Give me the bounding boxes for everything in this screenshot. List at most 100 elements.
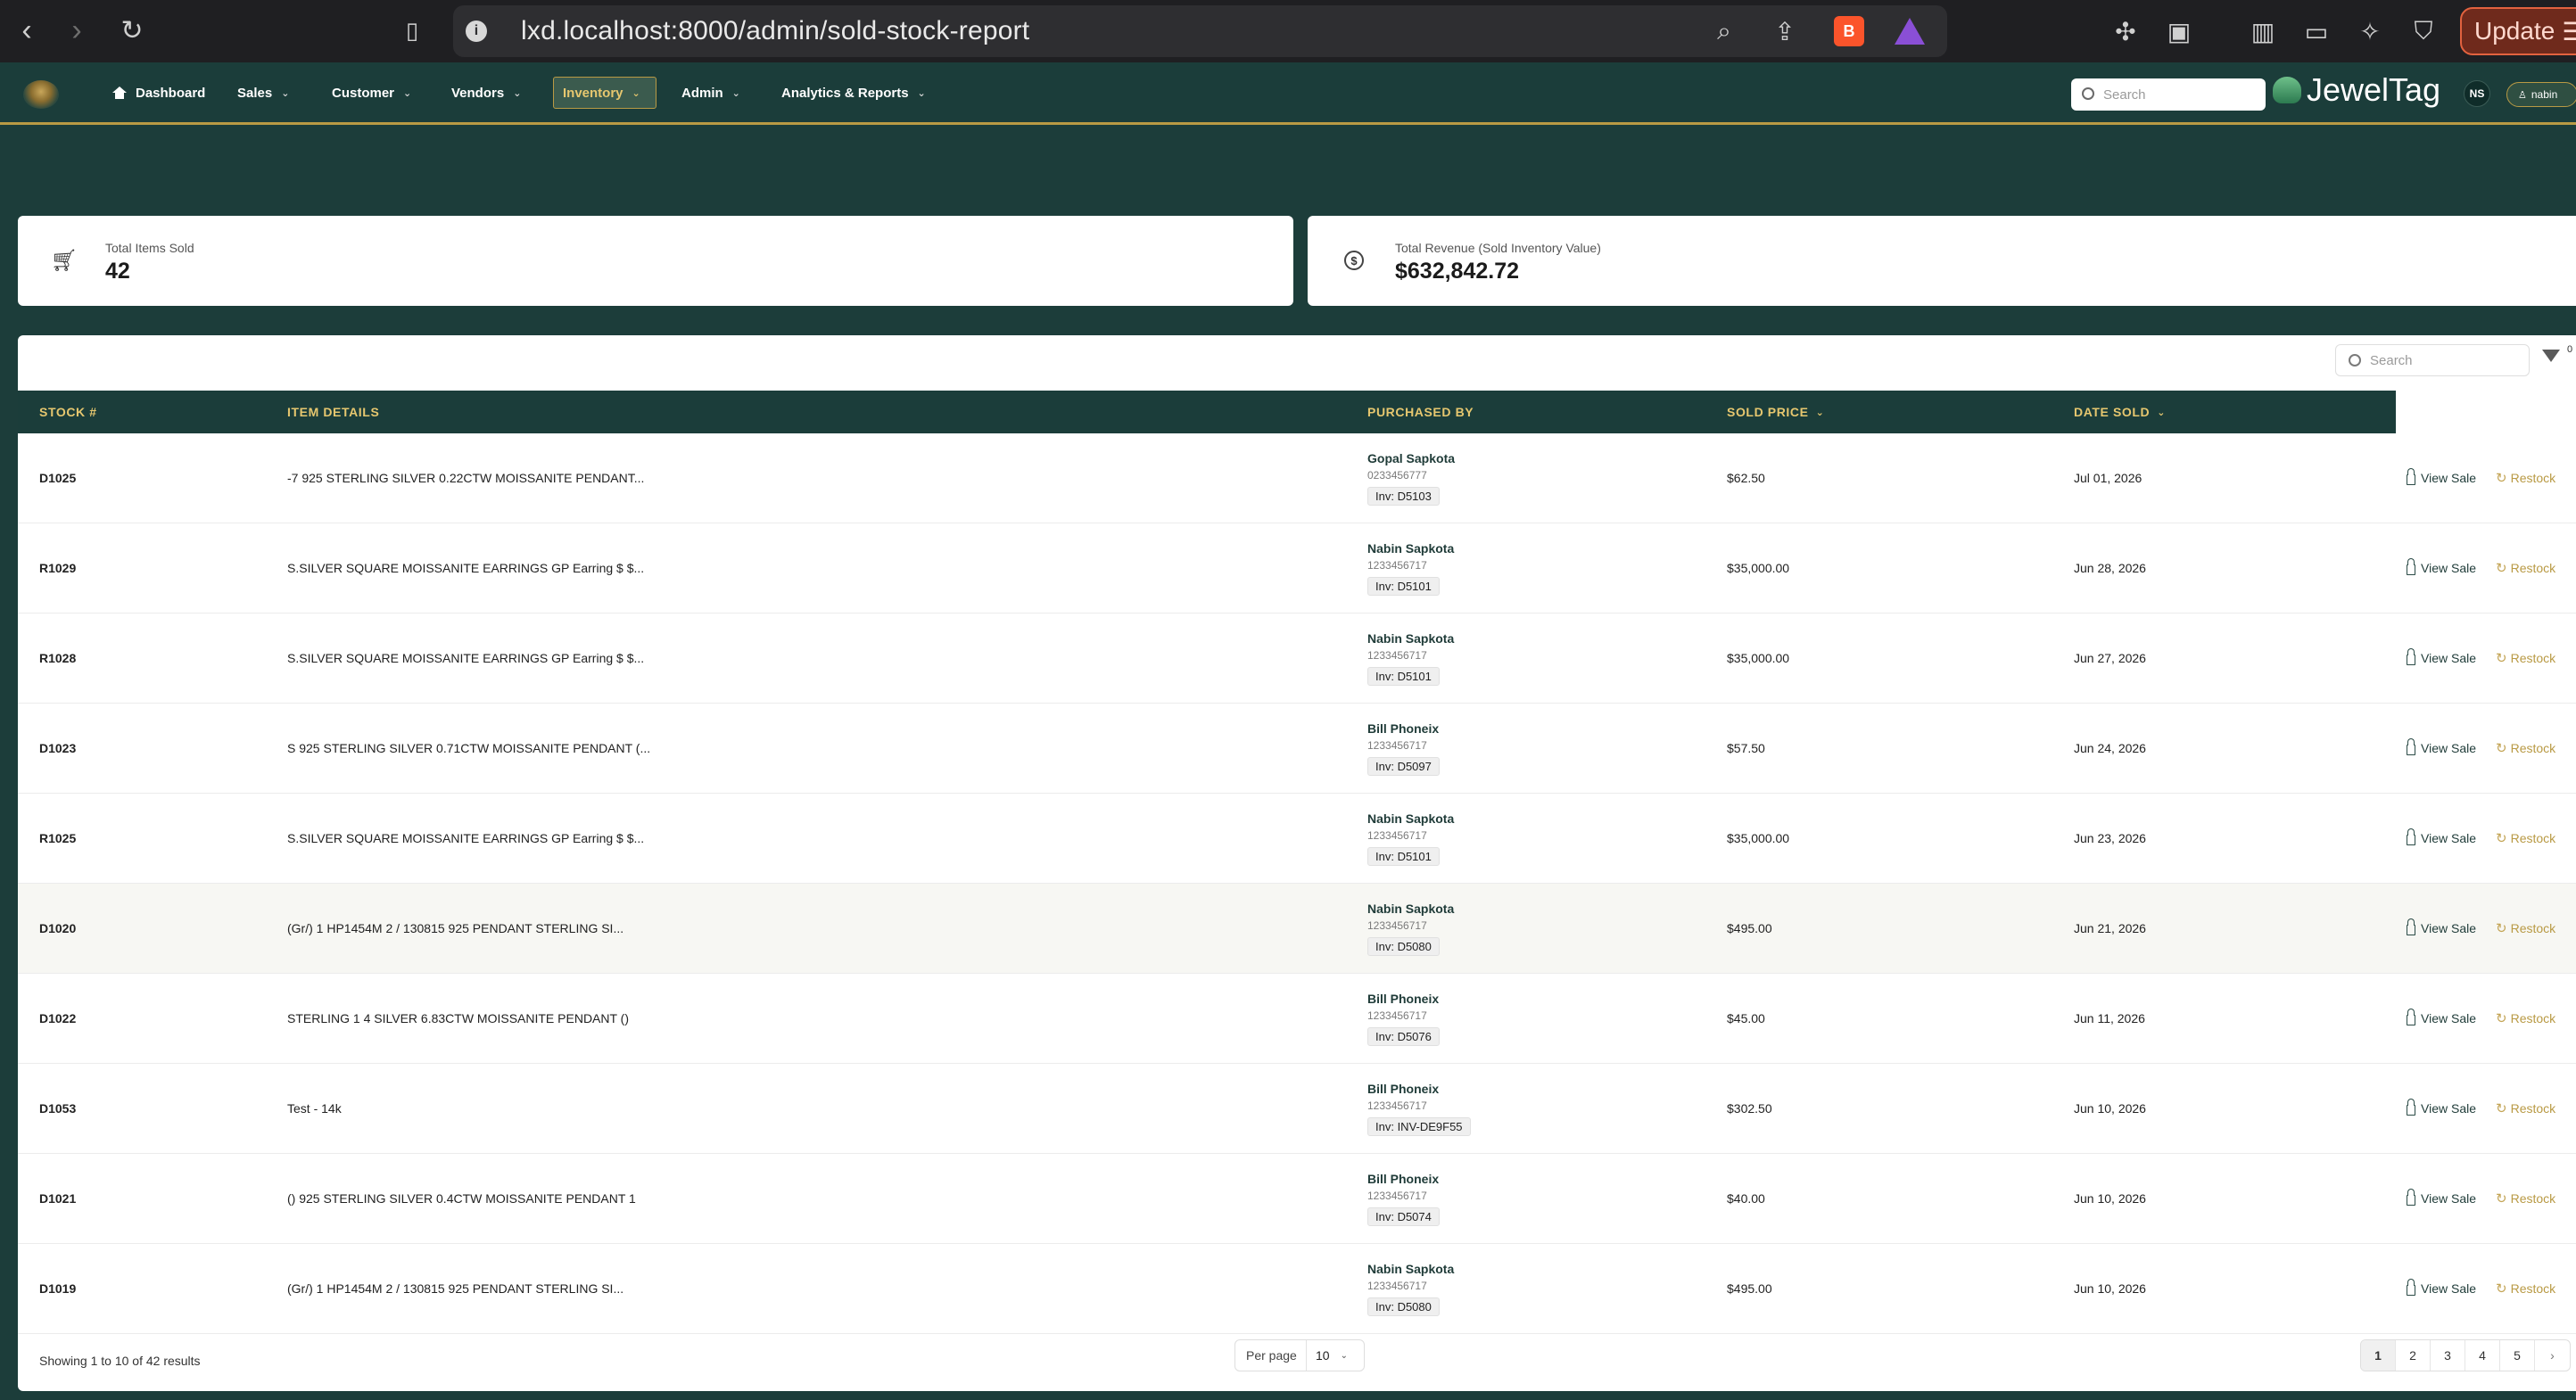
table-row[interactable]: D1019 (Gr/) 1 HP1454M 2 / 130815 925 PEND… (18, 1244, 2576, 1334)
page-button-2[interactable]: 2 (2396, 1340, 2431, 1371)
per-page-select[interactable]: Per page 10 ⌄ (1234, 1339, 1365, 1371)
table-row[interactable]: R1029 S.SILVER SQUARE MOISSANITE EARRINGS… (18, 523, 2576, 614)
page-button-5[interactable]: 5 (2500, 1340, 2535, 1371)
per-page-value[interactable]: 10 ⌄ (1307, 1348, 1348, 1363)
item-details: -7 925 STERLING SILVER 0.22CTW MOISSANIT… (287, 471, 645, 485)
invoice-badge[interactable]: Inv: D5074 (1367, 1207, 1440, 1226)
table-row[interactable]: R1025 S.SILVER SQUARE MOISSANITE EARRINGS… (18, 794, 2576, 884)
filter-icon[interactable] (2542, 350, 2560, 362)
page-button-1[interactable]: 1 (2361, 1340, 2396, 1371)
nav-customer[interactable]: Customer ⌄ (323, 77, 420, 109)
wallet-icon[interactable]: ▭ (2301, 16, 2332, 46)
view-sale-button[interactable]: View Sale (2407, 884, 2476, 973)
invoice-badge[interactable]: Inv: D5080 (1367, 1297, 1440, 1316)
bookmark-icon[interactable]: ▯ (394, 12, 430, 48)
refresh-icon: ↻ (2496, 471, 2507, 486)
invoice-badge[interactable]: Inv: D5097 (1367, 757, 1440, 776)
view-sale-button[interactable]: View Sale (2407, 433, 2476, 523)
buyer-name[interactable]: Nabin Sapkota (1367, 811, 1454, 826)
forward-icon[interactable]: › (59, 12, 95, 48)
view-sale-button[interactable]: View Sale (2407, 974, 2476, 1063)
buyer-name[interactable]: Bill Phoneix (1367, 1082, 1471, 1096)
brave-rewards-icon[interactable] (1895, 16, 1925, 46)
table-search-input[interactable]: Search (2335, 344, 2530, 376)
buyer-name[interactable]: Bill Phoneix (1367, 721, 1440, 736)
nav-admin[interactable]: Admin ⌄ (673, 77, 749, 109)
table-row[interactable]: D1023 S 925 STERLING SILVER 0.71CTW MOISS… (18, 704, 2576, 794)
company-logo[interactable] (23, 80, 59, 109)
table-row[interactable]: D1021 () 925 STERLING SILVER 0.4CTW MOISS… (18, 1154, 2576, 1244)
extensions-icon[interactable]: ✣ (2110, 16, 2141, 46)
update-button[interactable]: Update ☰ (2460, 7, 2576, 55)
restock-button[interactable]: ↻ Restock (2496, 523, 2555, 613)
table-row[interactable]: D1020 (Gr/) 1 HP1454M 2 / 130815 925 PEND… (18, 884, 2576, 974)
invoice-badge[interactable]: Inv: D5101 (1367, 847, 1440, 866)
site-info-icon[interactable]: i (466, 21, 487, 42)
page-button-3[interactable]: 3 (2431, 1340, 2465, 1371)
table-row[interactable]: D1022 STERLING 1 4 SILVER 6.83CTW MOISSAN… (18, 974, 2576, 1064)
page-button-4[interactable]: 4 (2465, 1340, 2500, 1371)
restock-button[interactable]: ↻ Restock (2496, 884, 2555, 973)
table-row[interactable]: D1025 -7 925 STERLING SILVER 0.22CTW MOIS… (18, 433, 2576, 523)
nav-label: Sales (237, 85, 273, 101)
brand-logo[interactable]: JewelTag (2273, 68, 2440, 112)
restock-button[interactable]: ↻ Restock (2496, 1154, 2555, 1243)
restock-button[interactable]: ↻ Restock (2496, 794, 2555, 883)
view-sale-button[interactable]: View Sale (2407, 704, 2476, 793)
avatar[interactable]: NS (2464, 80, 2490, 107)
buyer-name[interactable]: Gopal Sapkota (1367, 451, 1455, 465)
view-sale-button[interactable]: View Sale (2407, 614, 2476, 703)
nav-vendors[interactable]: Vendors ⌄ (442, 77, 530, 109)
leo-ai-icon[interactable]: ✧ (2355, 16, 2385, 46)
restock-button[interactable]: ↻ Restock (2496, 433, 2555, 523)
next-page-button[interactable]: › (2535, 1340, 2570, 1371)
zoom-icon[interactable]: ⌕ (1709, 16, 1739, 46)
invoice-badge[interactable]: Inv: D5101 (1367, 577, 1440, 596)
invoice-badge[interactable]: Inv: INV-DE9F55 (1367, 1117, 1471, 1136)
invoice-badge[interactable]: Inv: D5101 (1367, 667, 1440, 686)
buyer-name[interactable]: Bill Phoneix (1367, 992, 1440, 1006)
buyer-name[interactable]: Bill Phoneix (1367, 1172, 1440, 1186)
sidebar-icon[interactable]: ▥ (2248, 16, 2278, 46)
invoice-badge[interactable]: Inv: D5076 (1367, 1027, 1440, 1046)
user-menu[interactable]: ♙ nabin (2506, 82, 2576, 107)
buyer-name[interactable]: Nabin Sapkota (1367, 631, 1454, 646)
back-icon[interactable]: ‹ (9, 12, 45, 48)
nav-dashboard[interactable]: Dashboard (103, 77, 214, 109)
view-sale-button[interactable]: View Sale (2407, 523, 2476, 613)
vpn-icon[interactable]: ⛉ (2408, 16, 2439, 46)
invoice-badge[interactable]: Inv: D5103 (1367, 487, 1440, 506)
brave-shields-icon[interactable]: B (1834, 16, 1864, 46)
table-row[interactable]: R1028 S.SILVER SQUARE MOISSANITE EARRINGS… (18, 614, 2576, 704)
view-sale-button[interactable]: View Sale (2407, 1154, 2476, 1243)
per-page-label: Per page (1235, 1340, 1307, 1371)
invoice-badge[interactable]: Inv: D5080 (1367, 937, 1440, 956)
screenshot-icon[interactable]: ▣ (2164, 16, 2194, 46)
restock-button[interactable]: ↻ Restock (2496, 1244, 2555, 1333)
nav-analytics-reports[interactable]: Analytics & Reports ⌄ (772, 77, 935, 109)
restock-button[interactable]: ↻ Restock (2496, 614, 2555, 703)
nav-sales[interactable]: Sales ⌄ (228, 77, 298, 109)
url-text[interactable]: lxd.localhost:8000/admin/sold-stock-repo… (521, 16, 1029, 46)
view-sale-button[interactable]: View Sale (2407, 1244, 2476, 1333)
nav-inventory[interactable]: Inventory ⌄ (553, 77, 656, 109)
buyer-name[interactable]: Nabin Sapkota (1367, 1262, 1454, 1276)
reload-icon[interactable]: ↻ (114, 12, 150, 48)
restock-button[interactable]: ↻ Restock (2496, 704, 2555, 793)
view-sale-button[interactable]: View Sale (2407, 794, 2476, 883)
column-header-stock[interactable]: STOCK # (39, 391, 97, 433)
buyer-name[interactable]: Nabin Sapkota (1367, 541, 1454, 556)
buyer-name[interactable]: Nabin Sapkota (1367, 902, 1454, 916)
nav-label: Vendors (451, 85, 505, 101)
column-header-sold-price[interactable]: SOLD PRICE ⌄ (1727, 391, 1824, 433)
global-search-input[interactable]: Search (2071, 78, 2266, 111)
restock-button[interactable]: ↻ Restock (2496, 974, 2555, 1063)
view-sale-button[interactable]: View Sale (2407, 1064, 2476, 1153)
refresh-icon: ↻ (2496, 651, 2507, 666)
share-icon[interactable]: ⇪ (1770, 16, 1800, 46)
column-header-date-sold[interactable]: DATE SOLD ⌄ (2074, 391, 2166, 433)
restock-button[interactable]: ↻ Restock (2496, 1064, 2555, 1153)
nav-label: Customer (332, 85, 395, 101)
cart-icon: 🛒︎ (50, 248, 78, 273)
table-row[interactable]: D1053 Test - 14k Bill Phoneix 1233456717 Inv… (18, 1064, 2576, 1154)
